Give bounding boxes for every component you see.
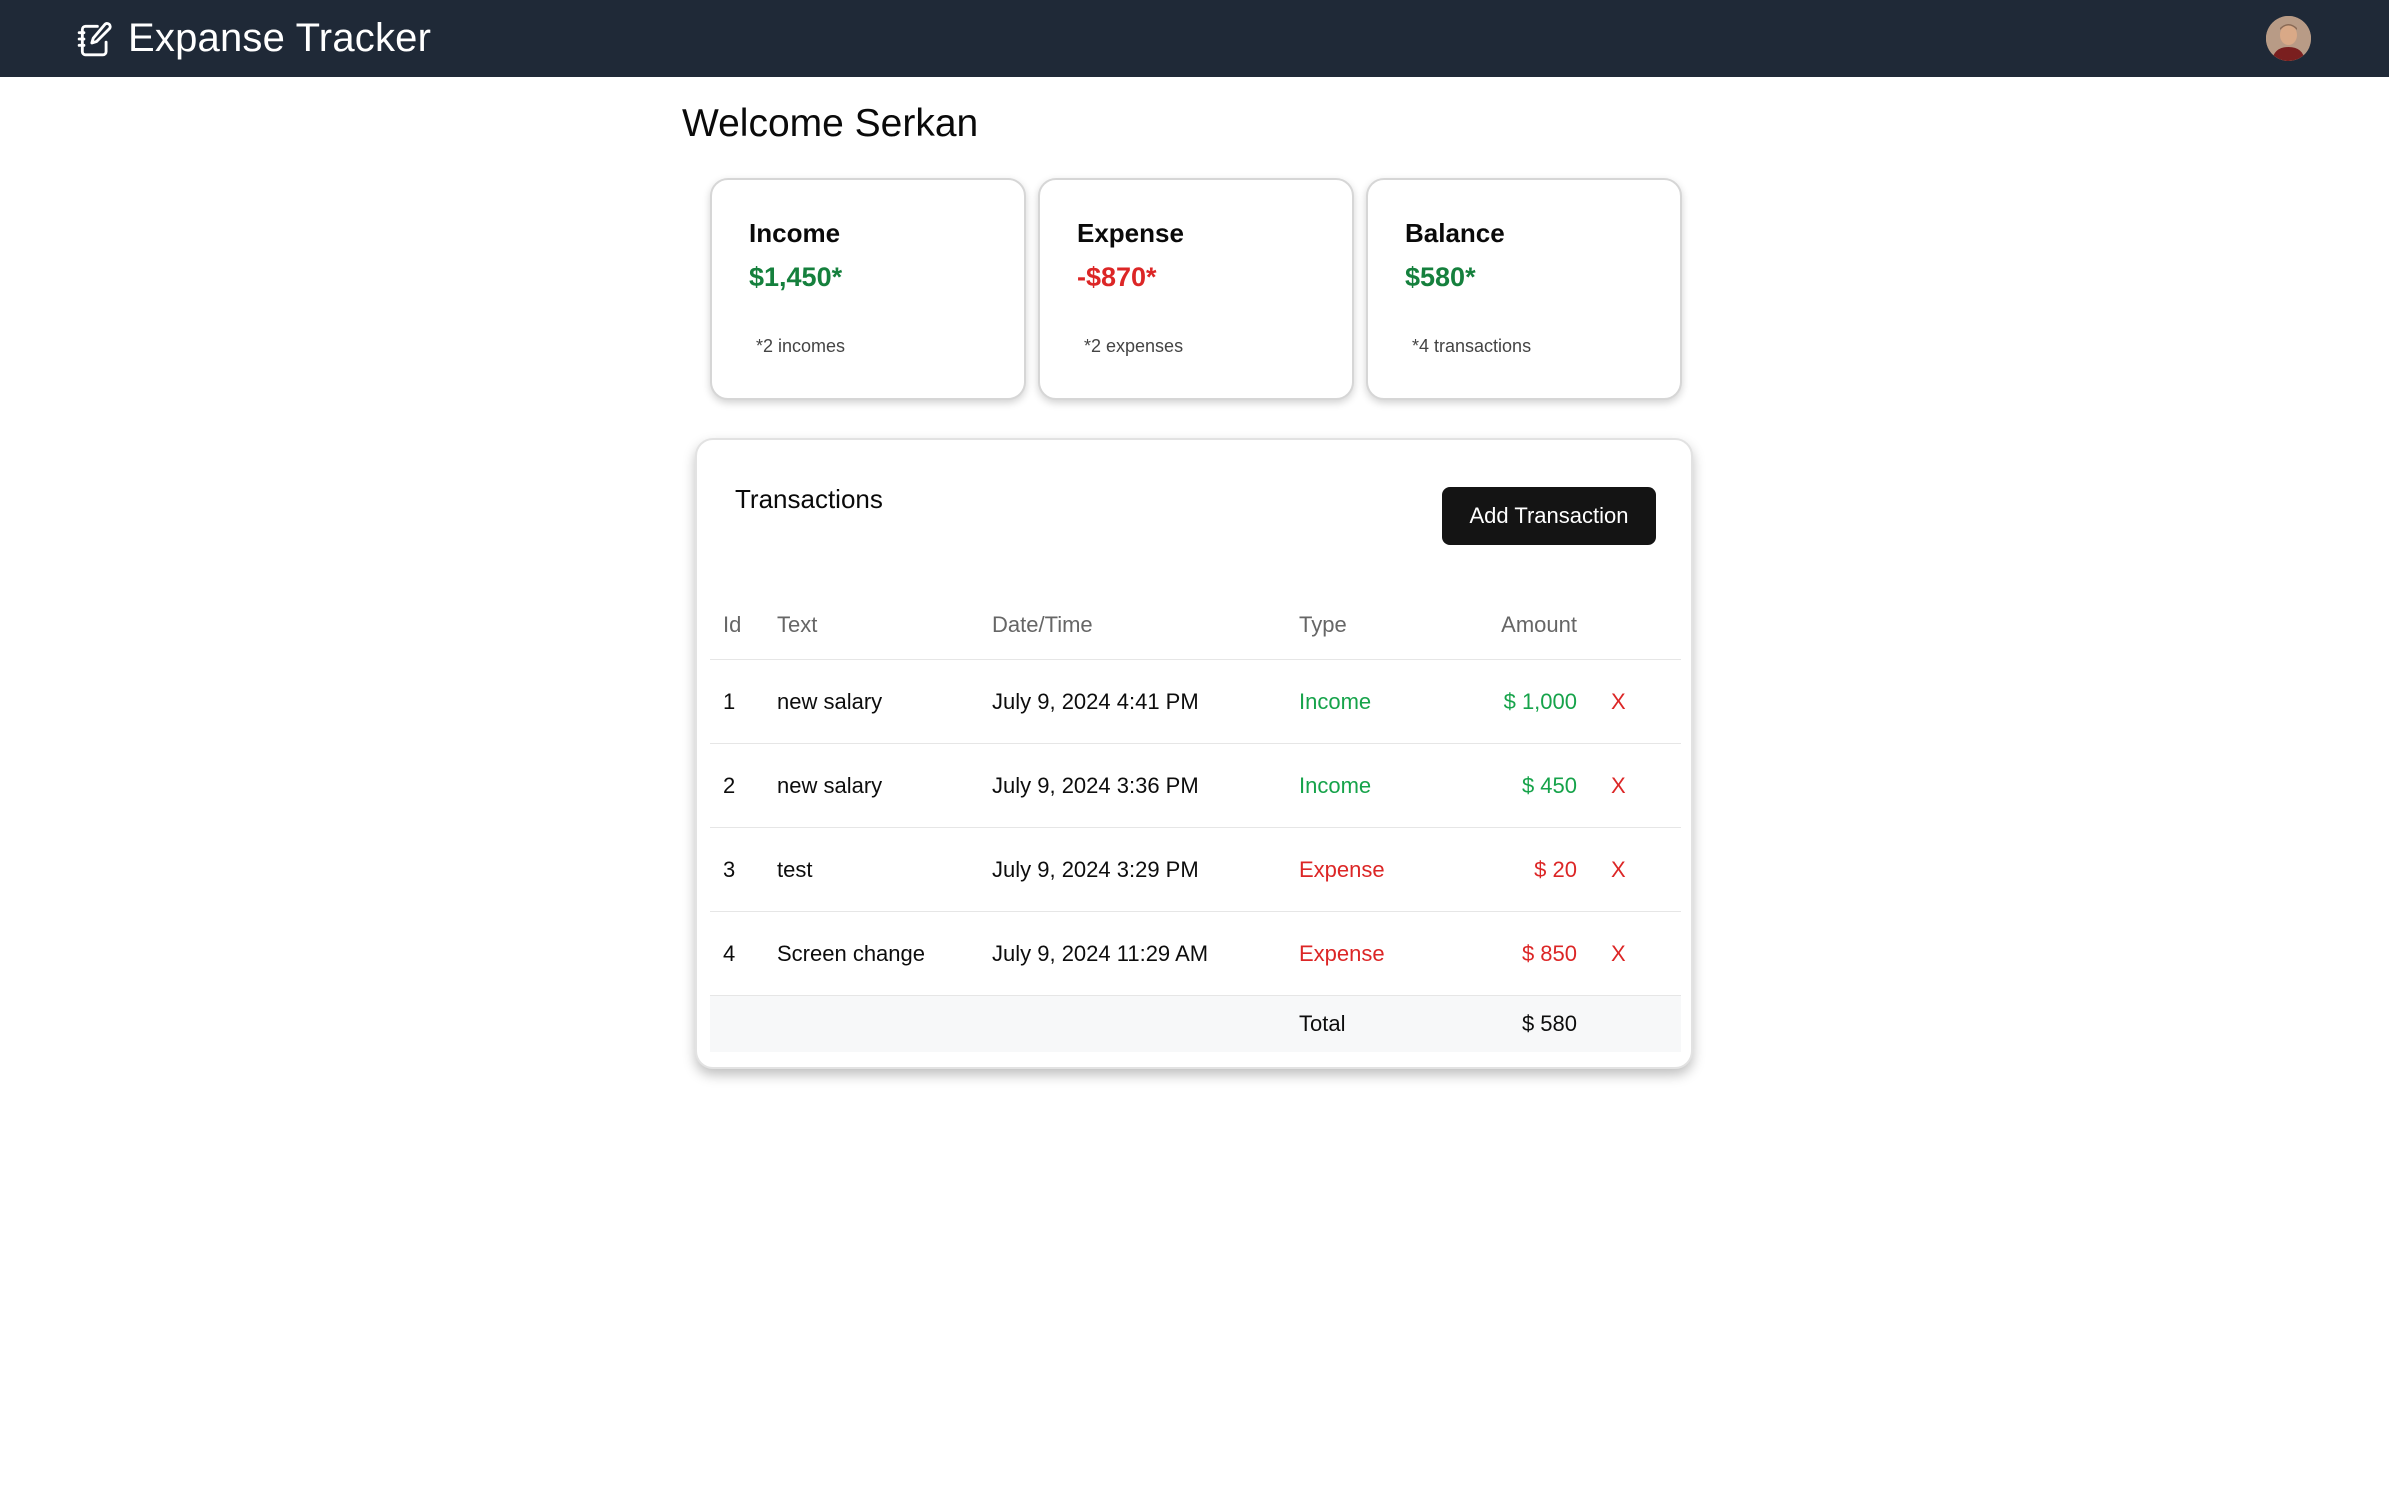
- user-avatar[interactable]: [2266, 16, 2311, 61]
- row-id: 1: [723, 688, 736, 714]
- table-header-row: Id Text Date/Time Type Amount: [710, 590, 1681, 660]
- app-header: Expanse Tracker: [0, 0, 2389, 77]
- income-card-title: Income: [749, 218, 841, 248]
- row-id: 2: [723, 772, 736, 798]
- table-row: 1 new salary July 9, 2024 4:41 PM Income…: [710, 660, 1681, 744]
- total-value: $ 580: [1521, 1011, 1577, 1036]
- row-date: July 9, 2024 4:41 PM: [992, 688, 1199, 714]
- balance-card-title: Balance: [1405, 218, 1505, 248]
- delete-transaction-button[interactable]: X: [1611, 941, 1626, 967]
- row-date: July 9, 2024 11:29 AM: [992, 940, 1209, 966]
- row-text: test: [777, 856, 813, 882]
- balance-card-value: $580*: [1405, 262, 1476, 292]
- row-text: new salary: [777, 688, 883, 714]
- row-type: Expense: [1299, 940, 1385, 966]
- row-amount: $ 20: [1534, 856, 1577, 882]
- column-header-amount: Amount: [1501, 611, 1577, 637]
- delete-transaction-button[interactable]: X: [1611, 773, 1626, 799]
- column-header-date: Date/Time: [992, 611, 1093, 637]
- transactions-title: Transactions: [735, 484, 883, 514]
- expense-card-title: Expense: [1077, 218, 1184, 248]
- row-type: Expense: [1299, 856, 1385, 882]
- total-label: Total: [1299, 1011, 1346, 1036]
- row-date: July 9, 2024 3:36 PM: [992, 772, 1199, 798]
- delete-transaction-button[interactable]: X: [1611, 857, 1626, 883]
- income-card-note: *2 incomes: [756, 336, 846, 356]
- row-text: new salary: [777, 772, 883, 798]
- table-row: 4 Screen change July 9, 2024 11:29 AM Ex…: [710, 912, 1681, 996]
- expense-card-value: -$870*: [1077, 262, 1157, 292]
- row-amount: $ 450: [1521, 772, 1577, 798]
- row-date: July 9, 2024 3:29 PM: [992, 856, 1199, 882]
- balance-card-note: *4 transactions: [1412, 336, 1532, 356]
- row-amount: $ 850: [1521, 940, 1577, 966]
- app-title: Expanse Tracker: [128, 16, 432, 60]
- delete-transaction-button[interactable]: X: [1611, 689, 1626, 715]
- transactions-table: Id Text Date/Time Type Amount 1 new sala…: [710, 590, 1681, 1052]
- income-card: Income $1,450* *2 incomes: [710, 178, 1026, 400]
- row-id: 4: [723, 940, 736, 966]
- income-card-value: $1,450*: [749, 262, 843, 292]
- balance-card: Balance $580* *4 transactions: [1366, 178, 1682, 400]
- row-text: Screen change: [777, 940, 925, 966]
- transactions-panel: Transactions Add Transaction Id Text Dat…: [695, 438, 1693, 1069]
- row-id: 3: [723, 856, 736, 882]
- welcome-heading: Welcome Serkan: [682, 102, 979, 145]
- table-total-row: Total $ 580: [710, 996, 1681, 1052]
- row-amount: $ 1,000: [1503, 688, 1577, 714]
- add-transaction-button[interactable]: Add Transaction: [1442, 487, 1656, 545]
- row-type: Income: [1299, 688, 1372, 714]
- column-header-type: Type: [1299, 611, 1347, 637]
- notebook-edit-icon: [76, 20, 114, 58]
- column-header-text: Text: [777, 611, 818, 637]
- brand[interactable]: Expanse Tracker: [76, 0, 431, 77]
- expense-card-note: *2 expenses: [1084, 336, 1184, 356]
- expense-card: Expense -$870* *2 expenses: [1038, 178, 1354, 400]
- table-row: 3 test July 9, 2024 3:29 PM Expense $ 20…: [710, 828, 1681, 912]
- row-type: Income: [1299, 772, 1372, 798]
- column-header-id: Id: [723, 611, 742, 637]
- table-row: 2 new salary July 9, 2024 3:36 PM Income…: [710, 744, 1681, 828]
